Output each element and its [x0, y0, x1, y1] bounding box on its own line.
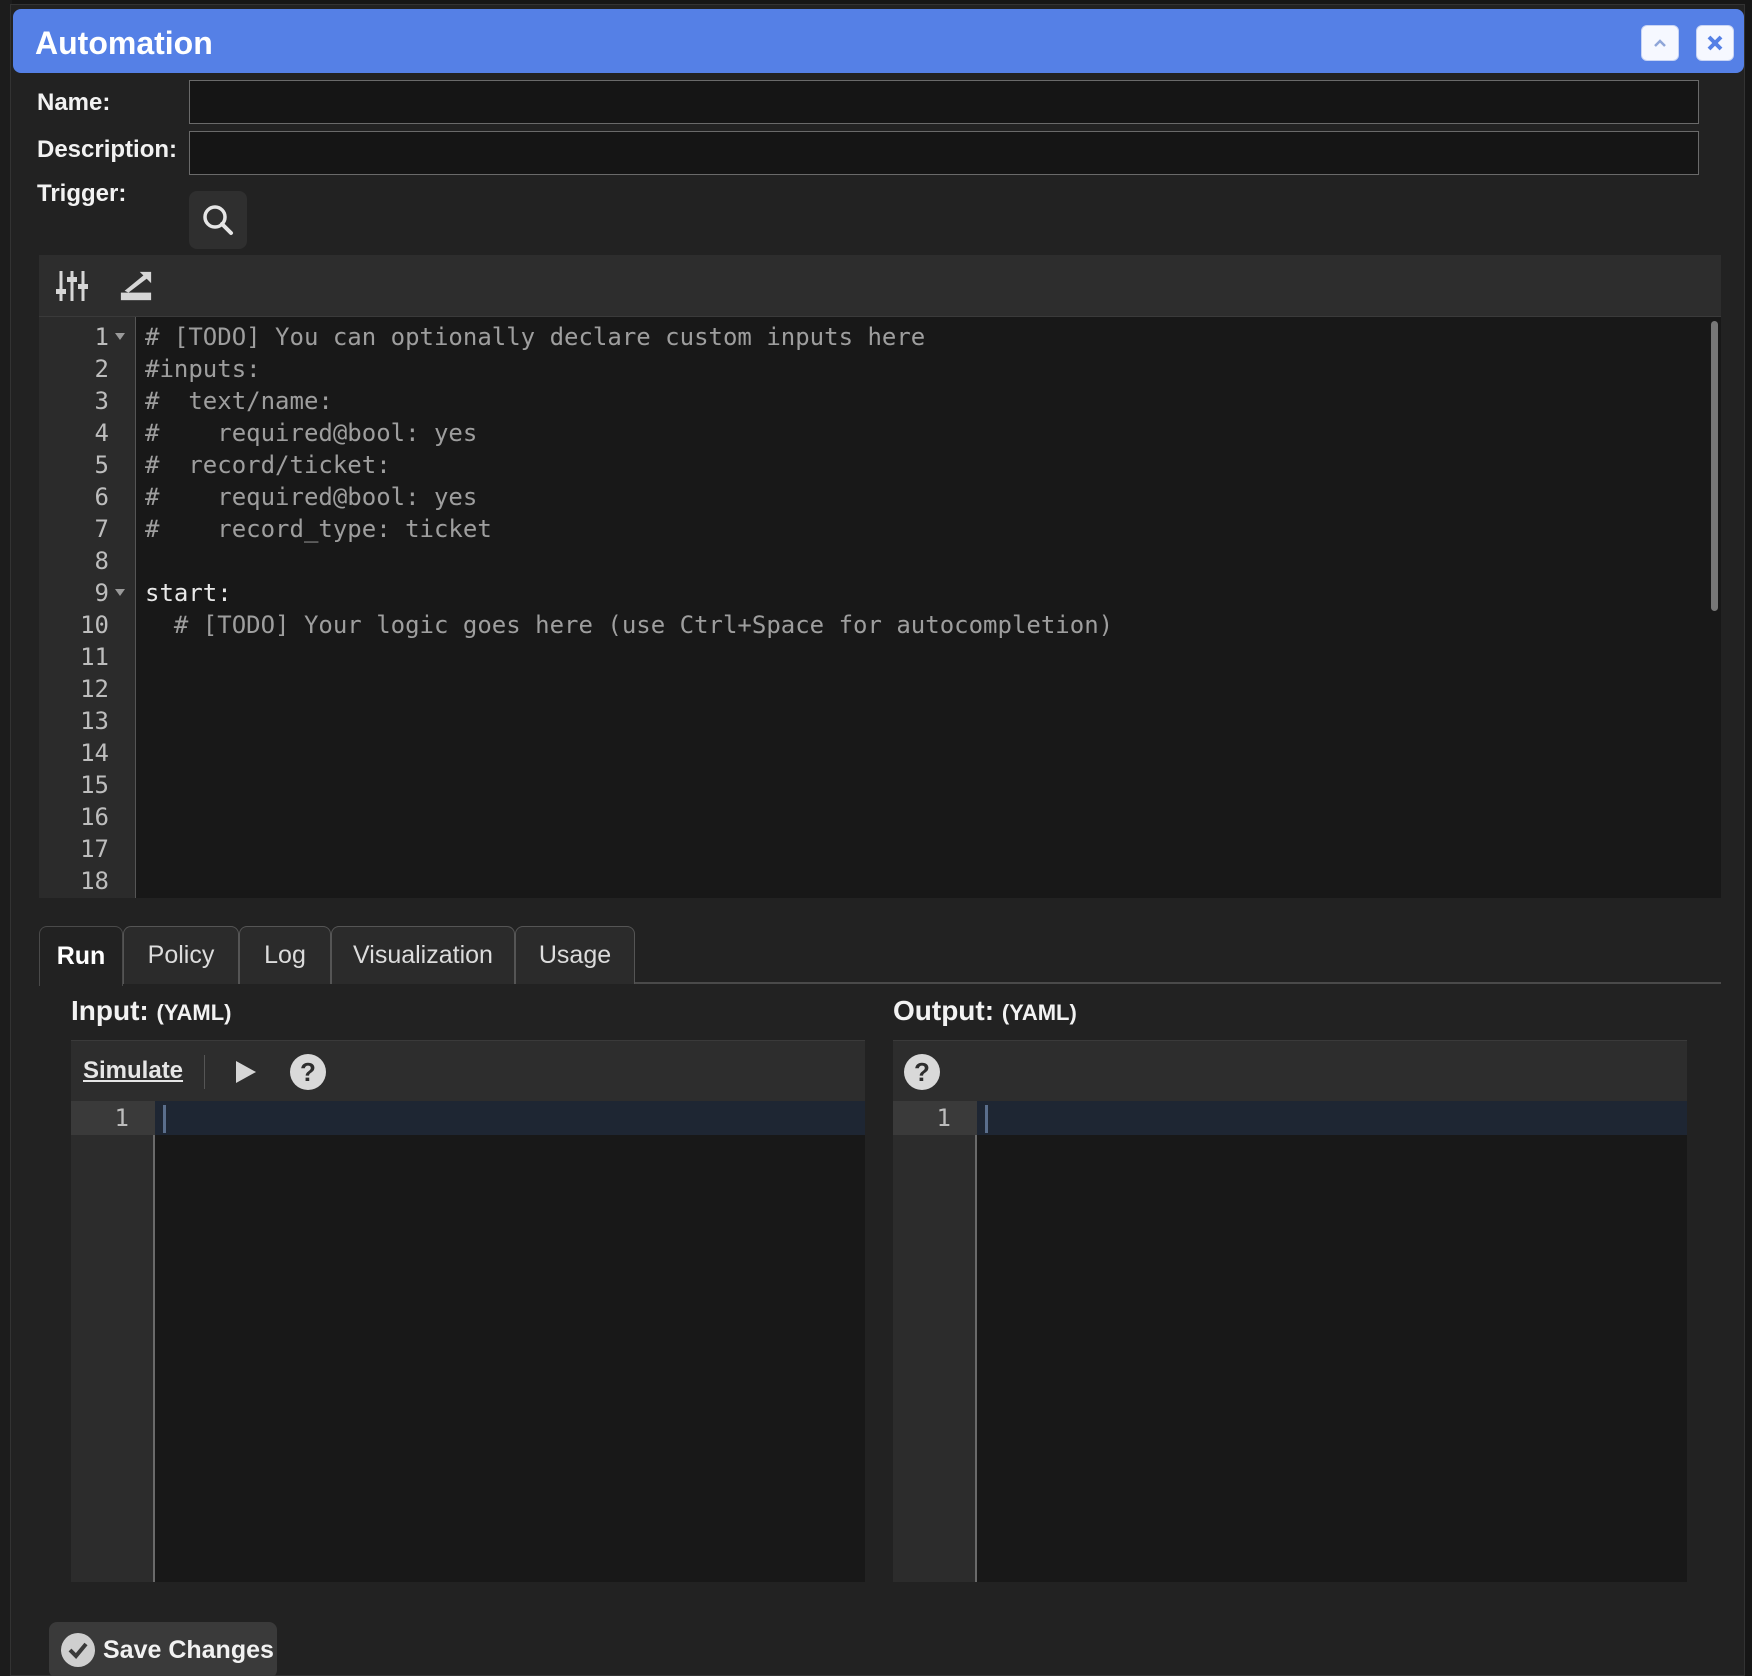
line-text: # text/name: — [145, 387, 333, 415]
code-line[interactable]: 13 — [39, 705, 1721, 737]
line-text: # record/ticket: — [145, 451, 391, 479]
line-number: 9 — [94, 579, 109, 607]
line-number: 12 — [80, 675, 109, 703]
line-number: 8 — [94, 547, 109, 575]
input-toolbar: Simulate ? — [71, 1040, 865, 1101]
dialog-title: Automation — [35, 25, 213, 61]
code-line[interactable]: 6 # required@bool: yes — [39, 481, 1721, 513]
automation-dialog: Automation Name: Description: Trigger: 1… — [10, 4, 1745, 1676]
code-line[interactable]: 9 start: — [39, 577, 1721, 609]
output-cursor — [985, 1105, 988, 1133]
line-number: 3 — [94, 387, 109, 415]
output-format: (YAML) — [1001, 1000, 1077, 1025]
output-editor[interactable]: ? 1 — [893, 1040, 1687, 1582]
check-circle-icon — [61, 1633, 95, 1667]
input-title: Input: — [71, 995, 149, 1026]
input-gutter — [71, 1101, 155, 1582]
trigger-label: Trigger: — [37, 180, 127, 207]
input-editor[interactable]: Simulate ? 1 — [71, 1040, 865, 1582]
code-editor[interactable]: 1 # [TODO] You can optionally declare cus… — [39, 255, 1721, 898]
code-line[interactable]: 17 — [39, 833, 1721, 865]
code-line[interactable]: 10 # [TODO] Your logic goes here (use Ct… — [39, 609, 1721, 641]
save-changes-button[interactable]: Save Changes — [49, 1622, 277, 1676]
export-icon[interactable] — [119, 269, 153, 303]
name-input[interactable] — [189, 80, 1699, 124]
editor-toolbar — [39, 255, 1721, 317]
line-number: 6 — [94, 483, 109, 511]
chevron-up-icon — [1654, 39, 1666, 47]
editor-scrollbar[interactable] — [1711, 321, 1718, 611]
tab-run[interactable]: Run — [39, 926, 123, 986]
output-help-icon[interactable]: ? — [904, 1054, 940, 1090]
output-title: Output: — [893, 995, 995, 1026]
code-line[interactable]: 16 — [39, 801, 1721, 833]
tab-usage[interactable]: Usage — [515, 926, 635, 984]
line-number: 16 — [80, 803, 109, 831]
line-text: # [TODO] You can optionally declare cust… — [145, 323, 926, 351]
line-number: 17 — [80, 835, 109, 863]
line-number: 5 — [94, 451, 109, 479]
line-number: 15 — [80, 771, 109, 799]
tab-visualization[interactable]: Visualization — [331, 926, 515, 984]
line-number: 18 — [80, 867, 109, 895]
line-number: 7 — [94, 515, 109, 543]
output-toolbar: ? — [893, 1040, 1687, 1101]
input-cursor — [163, 1105, 166, 1133]
line-number: 1 — [94, 323, 109, 351]
name-label: Name: — [37, 89, 111, 116]
code-line[interactable]: 12 — [39, 673, 1721, 705]
description-input[interactable] — [189, 131, 1699, 175]
input-active-line[interactable] — [155, 1101, 865, 1135]
close-button[interactable] — [1696, 25, 1734, 61]
description-label: Description: — [37, 136, 178, 163]
code-line[interactable]: 14 — [39, 737, 1721, 769]
code-line[interactable]: 18 — [39, 865, 1721, 897]
simulate-link[interactable]: Simulate — [83, 1057, 183, 1085]
play-icon[interactable] — [231, 1056, 261, 1088]
save-changes-label: Save Changes — [103, 1635, 274, 1664]
line-number: 10 — [80, 611, 109, 639]
sliders-icon[interactable] — [55, 269, 89, 303]
tab-log[interactable]: Log — [239, 926, 331, 984]
toolbar-separator — [204, 1055, 205, 1089]
input-line-number: 1 — [114, 1104, 129, 1132]
search-icon — [203, 205, 233, 235]
line-text: # [TODO] Your logic goes here (use Ctrl+… — [145, 611, 1114, 639]
output-gutter — [893, 1101, 977, 1582]
line-number: 2 — [94, 355, 109, 383]
code-line[interactable]: 2 #inputs: — [39, 353, 1721, 385]
line-number: 11 — [80, 643, 109, 671]
fold-arrow-icon[interactable] — [115, 333, 125, 340]
line-text: # required@bool: yes — [145, 419, 478, 447]
code-line[interactable]: 15 — [39, 769, 1721, 801]
input-format: (YAML) — [156, 1000, 232, 1025]
line-number: 14 — [80, 739, 109, 767]
code-line[interactable]: 8 — [39, 545, 1721, 577]
code-line[interactable]: 5 # record/ticket: — [39, 449, 1721, 481]
tab-policy[interactable]: Policy — [123, 926, 239, 984]
collapse-button[interactable] — [1641, 25, 1679, 61]
code-line[interactable]: 1 # [TODO] You can optionally declare cus… — [39, 321, 1721, 353]
output-panel-title: Output: (YAML) — [893, 995, 1077, 1027]
input-panel-title: Input: (YAML) — [71, 995, 232, 1027]
trigger-search-button[interactable] — [189, 191, 247, 249]
output-active-line[interactable] — [977, 1101, 1687, 1135]
line-number: 4 — [94, 419, 109, 447]
line-text: # required@bool: yes — [145, 483, 478, 511]
code-line[interactable]: 4 # required@bool: yes — [39, 417, 1721, 449]
fold-arrow-icon[interactable] — [115, 589, 125, 596]
dialog-titlebar[interactable]: Automation — [13, 9, 1744, 73]
code-line[interactable]: 11 — [39, 641, 1721, 673]
code-line[interactable]: 3 # text/name: — [39, 385, 1721, 417]
code-line[interactable]: 7 # record_type: ticket — [39, 513, 1721, 545]
line-number: 13 — [80, 707, 109, 735]
output-line-number: 1 — [936, 1104, 951, 1132]
close-icon — [1707, 35, 1723, 51]
line-text: #inputs: — [145, 355, 261, 383]
input-help-icon[interactable]: ? — [290, 1054, 326, 1090]
line-text: # record_type: ticket — [145, 515, 492, 543]
line-text: start: — [145, 579, 232, 607]
